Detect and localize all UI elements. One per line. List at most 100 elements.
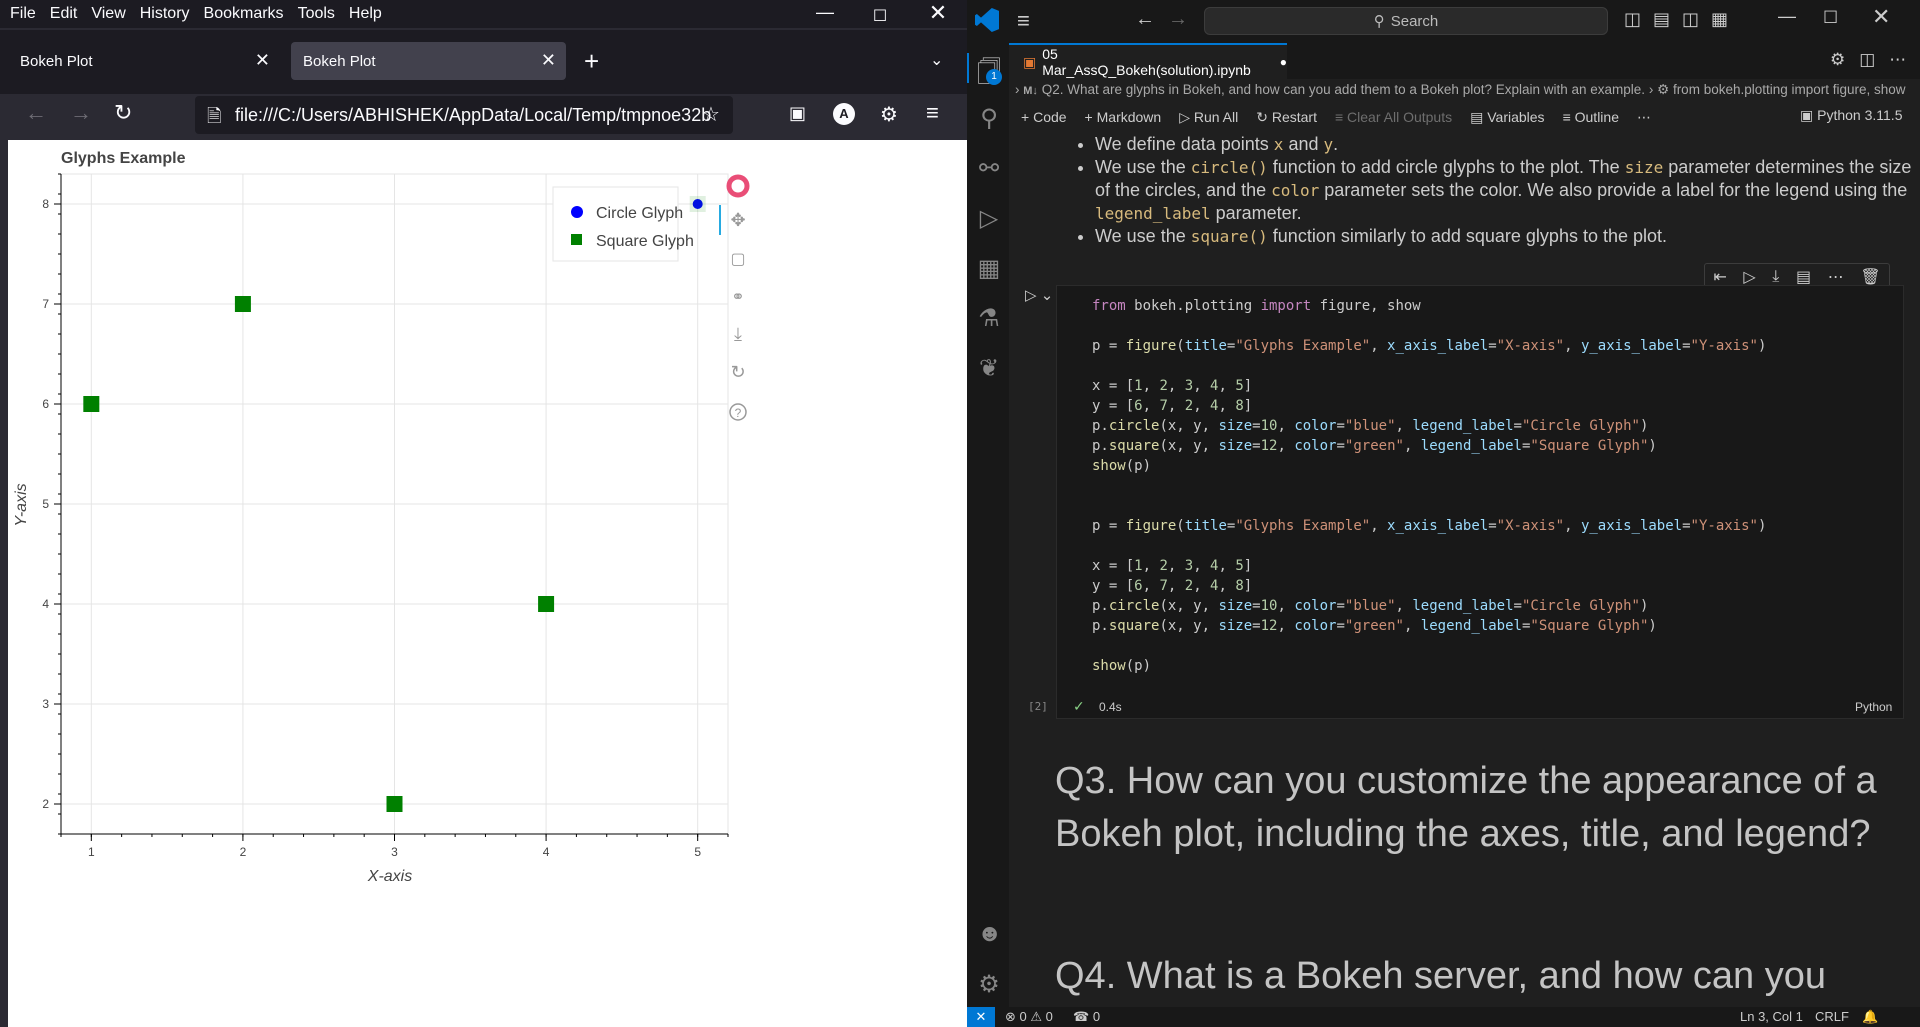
restart-label: Restart — [1271, 108, 1317, 125]
line-ending[interactable]: CRLF — [1815, 1007, 1849, 1027]
tab-bokeh-plot-1[interactable]: Bokeh Plot ✕ — [8, 42, 280, 80]
pocket-icon[interactable]: ▣ — [789, 103, 806, 124]
maximize-icon[interactable]: ☐ — [1823, 8, 1838, 28]
more-actions-icon[interactable]: ⋯ — [1637, 109, 1651, 126]
md-bullet-3: We use the square() function similarly t… — [1095, 225, 1920, 248]
code-cell[interactable]: from bokeh.plotting import figure, show … — [1056, 285, 1904, 719]
active-tool-indicator — [719, 205, 721, 235]
delete-cell-icon[interactable]: 🗑 — [1860, 267, 1880, 287]
close-window-icon[interactable]: ✕ — [1872, 4, 1890, 30]
tab-label: Bokeh Plot — [20, 52, 93, 70]
save-tool-icon[interactable]: ⤓ — [734, 324, 742, 344]
menu-bookmarks[interactable]: Bookmarks — [204, 5, 284, 23]
add-markdown-label: Markdown — [1096, 109, 1162, 125]
error-count: 0 — [1019, 1009, 1027, 1024]
hamburger-menu-icon[interactable]: ≡ — [1017, 8, 1030, 34]
box-zoom-icon[interactable]: ▢ — [730, 251, 745, 268]
menu-file[interactable]: File — [10, 5, 36, 23]
notifications-icon[interactable]: 🔔 — [1862, 1007, 1878, 1027]
breadcrumb-chevron-icon: › — [1648, 82, 1658, 97]
leaf-icon[interactable]: ❦ — [977, 354, 1001, 383]
cell-more-icon[interactable]: ⋯ — [1828, 267, 1844, 287]
ports-count: 0 — [1092, 1009, 1101, 1024]
remote-indicator-icon[interactable]: ✕ — [967, 1007, 995, 1027]
restart-button[interactable]: ↻ Restart — [1256, 109, 1317, 126]
search-icon[interactable]: ⚲ — [977, 104, 1001, 133]
new-tab-icon[interactable]: + — [584, 46, 599, 77]
notebook-file-icon: ▣ — [1023, 53, 1037, 70]
breadcrumb-heading[interactable]: Q2. What are glyphs in Bokeh, and how ca… — [1042, 82, 1645, 97]
cell-language[interactable]: Python — [1855, 700, 1892, 714]
reload-icon[interactable]: ↻ — [114, 100, 132, 126]
x-tick-label: 1 — [88, 845, 95, 859]
clear-outputs-label: Clear All Outputs — [1347, 109, 1453, 125]
execute-above-icon[interactable]: ⇤ — [1713, 267, 1726, 287]
extensions-icon[interactable]: ⚙ — [880, 102, 898, 127]
manage-gear-icon[interactable]: ⚙ — [977, 970, 1001, 999]
tab-bokeh-plot-2[interactable]: Bokeh Plot ✕ — [291, 42, 566, 80]
breadcrumb-cell[interactable]: from bokeh.plotting import figure, show — [1673, 82, 1906, 97]
editor-actions[interactable]: ⚙◫⋯ — [1830, 50, 1920, 70]
back-icon[interactable]: ← — [25, 100, 47, 126]
legend: Circle Glyph Square Glyph — [552, 186, 694, 262]
add-markdown-button[interactable]: + Markdown — [1085, 109, 1162, 125]
pan-tool-icon[interactable]: ✥ — [730, 210, 745, 230]
testing-icon[interactable]: ⚗ — [977, 304, 1001, 333]
close-tab-icon[interactable]: ✕ — [541, 50, 556, 71]
app-menu-icon[interactable]: ≡ — [926, 100, 939, 126]
run-cell-and-below-icon[interactable]: ⤓ — [1772, 268, 1779, 286]
cursor-position[interactable]: Ln 3, Col 1 — [1740, 1007, 1803, 1027]
reset-tool-icon[interactable]: ↻ — [730, 362, 745, 382]
menu-tools[interactable]: Tools — [298, 5, 335, 23]
y-tick-label: 4 — [42, 597, 49, 611]
menu-history[interactable]: History — [140, 5, 190, 23]
clear-outputs-button[interactable]: ≡ Clear All Outputs — [1335, 109, 1452, 125]
list-tabs-icon[interactable]: ⌄ — [930, 50, 943, 70]
md-bullet-2: We use the circle() function to add circ… — [1095, 156, 1920, 225]
kernel-picker[interactable]: ▣ Python 3.11.5 — [1800, 107, 1903, 124]
layout-controls[interactable]: ◫▤◫▦ — [1624, 9, 1740, 30]
url-bar[interactable]: 🗎 file:///C:/Users/ABHISHEK/AppData/Loca… — [195, 96, 733, 134]
help-question-mark: ? — [735, 406, 742, 420]
notebook-toolbar: + Code + Markdown ▷ Run All ↻ Restart ≡ … — [1009, 101, 1920, 133]
page-icon: 🗎 — [207, 106, 222, 126]
source-control-icon[interactable]: ⚯ — [977, 154, 1001, 183]
run-all-button[interactable]: ▷ Run All — [1179, 109, 1238, 126]
menu-help[interactable]: Help — [349, 5, 382, 23]
x-axis-label: X-axis — [367, 868, 412, 885]
markdown-heading-q3: Q3. How can you customize the appearance… — [1055, 760, 1877, 855]
variables-button[interactable]: ▤ Variables — [1470, 109, 1544, 126]
minimize-icon[interactable]: — — [1778, 6, 1796, 27]
outline-button[interactable]: ≡ Outline — [1563, 109, 1619, 125]
back-icon[interactable]: ← — [1135, 8, 1155, 31]
account-icon[interactable]: ☻ — [977, 920, 1002, 948]
run-debug-icon[interactable]: ▷ — [977, 204, 1001, 233]
run-cell-button[interactable]: ▷ ⌄ — [1025, 286, 1053, 304]
forward-icon[interactable]: → — [70, 100, 92, 126]
minimize-icon[interactable]: — — [805, 2, 845, 23]
add-code-button[interactable]: + Code — [1021, 109, 1067, 125]
tab-notebook[interactable]: ▣ 05 Mar_AssQ_Bokeh(solution).ipynb ● — [1009, 43, 1287, 79]
extensions-icon[interactable]: ▦ — [977, 254, 1001, 283]
menu-edit[interactable]: Edit — [50, 5, 78, 23]
search-label: Search — [1390, 12, 1439, 30]
execute-below-icon[interactable]: ▷ — [1743, 267, 1755, 287]
ports-indicator[interactable]: ☎ 0 — [1073, 1007, 1100, 1027]
problems-indicator[interactable]: ⊗ 0 ⚠ 0 — [1005, 1007, 1053, 1027]
close-tab-icon[interactable]: ✕ — [255, 50, 270, 71]
unsaved-dot-icon[interactable]: ● — [1280, 55, 1287, 69]
close-window-icon[interactable]: ✕ — [918, 0, 958, 26]
maximize-icon[interactable]: ☐ — [860, 6, 900, 26]
wheel-zoom-icon[interactable]: ⚭ — [731, 289, 744, 306]
command-center-search[interactable]: ⚲ Search — [1204, 7, 1608, 35]
warning-count: 0 — [1045, 1009, 1053, 1024]
bookmark-star-icon[interactable]: ☆ — [702, 102, 720, 127]
code-editor[interactable]: from bokeh.plotting import figure, show … — [1092, 296, 1766, 676]
menu-view[interactable]: View — [91, 5, 125, 23]
forward-icon[interactable]: → — [1168, 8, 1188, 31]
breadcrumb: › M↓ Q2. What are glyphs in Bokeh, and h… — [1009, 79, 1920, 101]
y-axis-label: Y-axis — [13, 483, 30, 526]
bokeh-page: 1 2 3 4 5 2 3 4 5 6 7 8 Glyphs Example X-axis Y-ax… — [8, 140, 967, 1027]
split-cell-icon[interactable]: ▤ — [1796, 267, 1811, 287]
account-icon[interactable]: A — [833, 103, 855, 125]
